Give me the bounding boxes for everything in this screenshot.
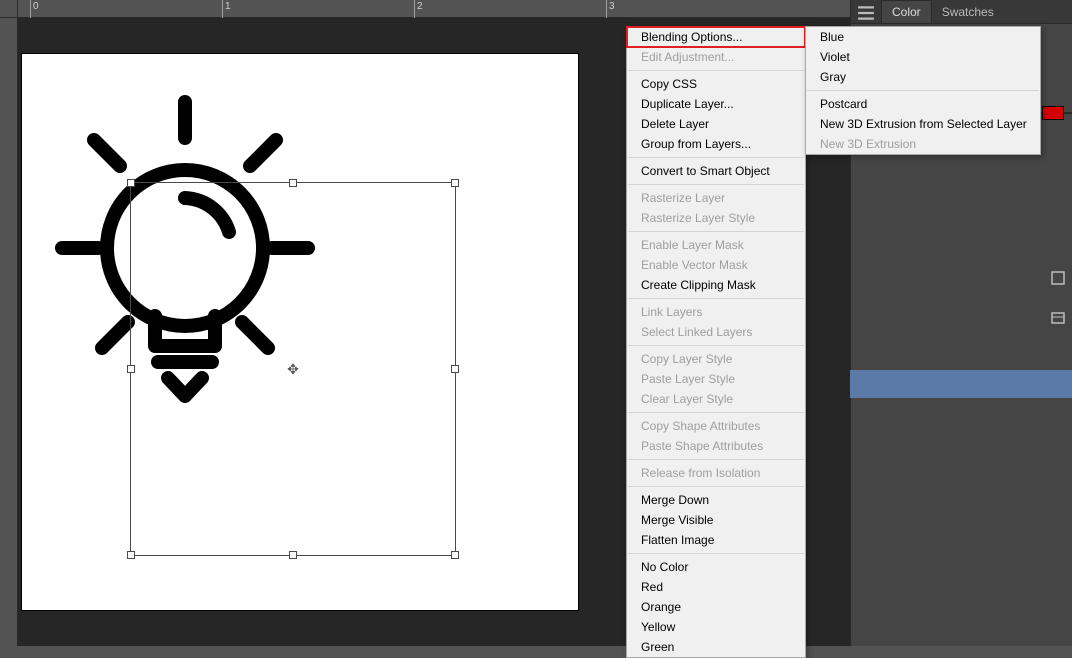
menu-separator [628,345,804,346]
menu-separator [628,486,804,487]
transform-handle[interactable] [451,179,459,187]
ruler-vertical [0,18,18,646]
ruler-mark: 1 [225,1,231,12]
menu-item[interactable]: Merge Down [627,490,805,510]
menu-item: Paste Layer Style [627,369,805,389]
menu-item[interactable]: Blending Options... [627,27,805,47]
menu-item[interactable]: Convert to Smart Object [627,161,805,181]
menu-item[interactable]: Green [627,637,805,657]
menu-separator [628,298,804,299]
menu-item: Rasterize Layer [627,188,805,208]
menu-item: Release from Isolation [627,463,805,483]
ruler-mark: 0 [33,1,39,12]
menu-item: Edit Adjustment... [627,47,805,67]
menu-item[interactable]: Create Clipping Mask [627,275,805,295]
menu-separator [628,459,804,460]
menu-separator [807,90,1039,91]
menu-item[interactable]: Postcard [806,94,1040,114]
transform-handle[interactable] [127,365,135,373]
transform-handle[interactable] [451,551,459,559]
menu-item[interactable]: Blue [806,27,1040,47]
menu-item[interactable]: Group from Layers... [627,134,805,154]
panel-menu-icon[interactable] [857,4,875,22]
menu-item: Copy Shape Attributes [627,416,805,436]
menu-item[interactable]: Violet [806,47,1040,67]
transform-center-icon: ✥ [286,362,300,376]
transform-handle[interactable] [451,365,459,373]
panel-icon[interactable] [1050,270,1066,286]
menu-item: Enable Vector Mask [627,255,805,275]
color-swatch[interactable] [1042,106,1064,120]
context-submenu[interactable]: BlueVioletGray PostcardNew 3D Extrusion f… [805,26,1041,155]
menu-item: Rasterize Layer Style [627,208,805,228]
menu-item[interactable]: Merge Visible [627,510,805,530]
menu-item[interactable]: Copy CSS [627,74,805,94]
menu-separator [628,70,804,71]
layer-row-selected[interactable] [850,370,1072,398]
menu-separator [628,157,804,158]
menu-item: New 3D Extrusion [806,134,1040,154]
panel-icon[interactable] [1050,310,1066,326]
menu-item: Enable Layer Mask [627,235,805,255]
menu-item[interactable]: No Color [627,557,805,577]
menu-item[interactable]: Flatten Image [627,530,805,550]
transform-handle[interactable] [127,551,135,559]
menu-separator [628,231,804,232]
transform-bounding-box[interactable]: ✥ [130,182,456,556]
menu-separator [628,184,804,185]
menu-separator [628,553,804,554]
context-menu[interactable]: Blending Options...Edit Adjustment... Cop… [626,26,806,658]
menu-item: Paste Shape Attributes [627,436,805,456]
menu-item: Link Layers [627,302,805,322]
transform-handle[interactable] [289,551,297,559]
ruler-corner [0,0,18,18]
menu-item: Copy Layer Style [627,349,805,369]
menu-item[interactable]: Gray [806,67,1040,87]
ruler-mark: 3 [609,1,615,12]
transform-handle[interactable] [289,179,297,187]
menu-item[interactable]: New 3D Extrusion from Selected Layer [806,114,1040,134]
tab-color[interactable]: Color [881,0,932,23]
tab-swatches[interactable]: Swatches [932,1,1004,23]
ruler-mark: 2 [417,1,423,12]
menu-separator [628,412,804,413]
menu-item[interactable]: Orange [627,597,805,617]
menu-item[interactable]: Yellow [627,617,805,637]
menu-item[interactable]: Duplicate Layer... [627,94,805,114]
menu-item: Select Linked Layers [627,322,805,342]
menu-item[interactable]: Red [627,577,805,597]
transform-handle[interactable] [127,179,135,187]
menu-item[interactable]: Delete Layer [627,114,805,134]
document-canvas[interactable]: ✥ [22,54,578,610]
menu-item: Clear Layer Style [627,389,805,409]
